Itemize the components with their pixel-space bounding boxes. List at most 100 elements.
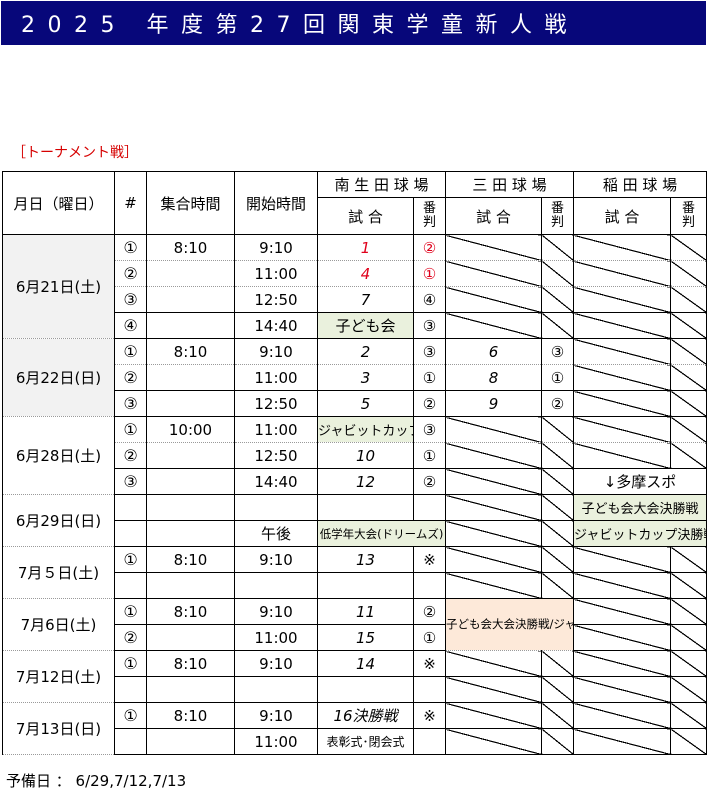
empty-slot xyxy=(541,234,575,261)
empty-slot xyxy=(573,312,672,339)
start-time: 12:50 xyxy=(234,390,318,417)
game-cell: 15 xyxy=(317,624,414,651)
header-umpire: 番判 xyxy=(412,197,447,235)
empty-slot xyxy=(541,494,575,521)
date-cell: 6月29日(日) xyxy=(2,494,115,547)
empty-slot xyxy=(541,260,575,287)
empty-slot xyxy=(573,442,672,469)
gather-time xyxy=(146,364,235,391)
empty-slot xyxy=(573,338,672,365)
empty-slot xyxy=(541,416,575,443)
umpire-cell: ① xyxy=(412,260,447,287)
empty-slot xyxy=(541,572,575,599)
game-cell: 7 xyxy=(317,286,414,313)
empty-slot xyxy=(541,702,575,729)
empty-slot xyxy=(670,390,707,417)
empty-slot xyxy=(670,338,707,365)
header-no: # xyxy=(114,171,147,235)
umpire-cell: ③ xyxy=(412,338,447,365)
header-start: 開始時間 xyxy=(234,171,318,235)
umpire-cell: ② xyxy=(412,390,447,417)
empty-slot xyxy=(670,442,707,469)
game-cell: 低学年大会(ドリームズ) xyxy=(316,520,447,547)
umpire-cell: ② xyxy=(412,598,447,625)
empty-slot xyxy=(541,650,575,677)
match-no xyxy=(114,520,147,547)
empty-slot xyxy=(445,702,543,729)
empty-slot xyxy=(445,468,543,495)
match-no: ① xyxy=(114,702,147,729)
empty-slot xyxy=(541,312,575,339)
header-game: 試 合 xyxy=(445,197,543,235)
match-no xyxy=(114,676,147,703)
empty-slot xyxy=(445,286,543,313)
start-time: 午後 xyxy=(234,520,318,547)
gather-time: 8:10 xyxy=(146,234,235,261)
start-time: 12:50 xyxy=(234,442,318,469)
empty-slot xyxy=(670,728,707,755)
empty-slot xyxy=(445,676,543,703)
date-cell: 6月21日(土) xyxy=(2,234,115,339)
umpire-cell: ② xyxy=(412,468,447,495)
match-no: ① xyxy=(114,598,147,625)
final-jabit: ジャビットカップ決勝戦 xyxy=(573,520,707,547)
empty-slot xyxy=(445,650,543,677)
empty-slot xyxy=(573,728,672,755)
match-no: ② xyxy=(114,442,147,469)
game-cell xyxy=(317,494,414,521)
start-time: 14:40 xyxy=(234,312,318,339)
header-gather: 集合時間 xyxy=(146,171,235,235)
empty-slot xyxy=(573,624,672,651)
game-cell: 8 xyxy=(445,364,543,391)
schedule-table: 月日（曜日） # 集合時間 開始時間 南 生 田 球 場 三 田 球 場 稲 田… xyxy=(2,171,707,755)
game-cell: 1 xyxy=(317,234,414,261)
empty-slot xyxy=(573,260,672,287)
umpire-cell: ① xyxy=(412,442,447,469)
empty-slot xyxy=(670,650,707,677)
umpire-cell xyxy=(412,572,447,599)
gather-time xyxy=(146,572,235,599)
empty-slot xyxy=(445,234,543,261)
gather-time: 10:00 xyxy=(146,416,235,443)
date-cell: 7月13日(日) xyxy=(2,702,115,755)
umpire-cell xyxy=(412,676,447,703)
date-cell: 6月22日(日) xyxy=(2,338,115,417)
date-cell: 7月12日(土) xyxy=(2,650,115,703)
empty-slot xyxy=(670,676,707,703)
empty-slot xyxy=(670,598,707,625)
empty-slot xyxy=(445,494,543,521)
game-cell: 5 xyxy=(317,390,414,417)
empty-slot xyxy=(445,572,543,599)
table-row: 6月21日(土) ① 8:10 9:10 1 ② xyxy=(2,234,707,339)
umpire-cell: ※ xyxy=(412,650,447,677)
start-time: 11:00 xyxy=(234,728,318,755)
start-time: 9:10 xyxy=(234,702,318,729)
empty-slot xyxy=(573,416,672,443)
header-game: 試 合 xyxy=(573,197,672,235)
start-time: 11:00 xyxy=(234,624,318,651)
empty-slot xyxy=(445,260,543,287)
game-cell: 2 xyxy=(317,338,414,365)
umpire-cell: ② xyxy=(541,390,575,417)
game-cell xyxy=(317,572,414,599)
empty-slot xyxy=(573,390,672,417)
empty-slot xyxy=(445,442,543,469)
start-time: 9:10 xyxy=(234,650,318,677)
start-time: 11:00 xyxy=(234,260,318,287)
empty-slot xyxy=(445,546,543,573)
start-time: 9:10 xyxy=(234,234,318,261)
section-caption: ［トーナメント戦］ xyxy=(12,145,138,161)
empty-slot xyxy=(541,286,575,313)
empty-slot xyxy=(573,286,672,313)
match-no: ② xyxy=(114,260,147,287)
gather-time: 8:10 xyxy=(146,338,235,365)
empty-slot xyxy=(573,702,672,729)
header-umpire: 番判 xyxy=(541,197,575,235)
start-time: 12:50 xyxy=(234,286,318,313)
empty-slot xyxy=(541,468,575,495)
gather-time xyxy=(146,676,235,703)
umpire-cell: ※ xyxy=(412,702,447,729)
empty-slot xyxy=(670,260,707,287)
game-cell: 3 xyxy=(317,364,414,391)
empty-slot xyxy=(573,598,672,625)
